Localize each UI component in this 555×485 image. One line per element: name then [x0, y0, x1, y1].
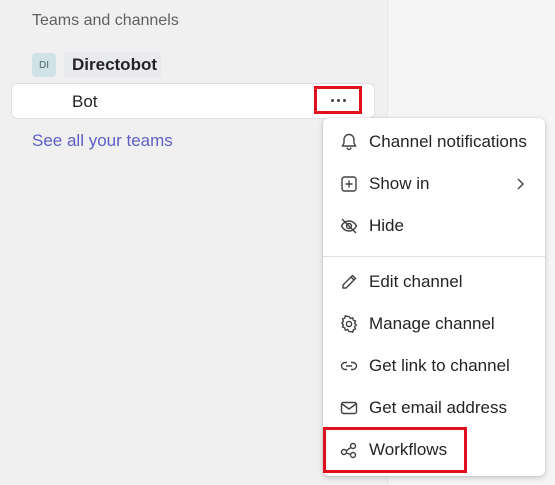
- menu-label: Channel notifications: [369, 132, 527, 151]
- menu-divider: [323, 256, 545, 257]
- menu-label: Hide: [369, 216, 404, 235]
- menu-item-get-link[interactable]: Get link to channel: [323, 347, 545, 385]
- chevron-right-icon: [513, 177, 527, 191]
- more-options-button[interactable]: [314, 86, 362, 114]
- menu-label: Get email address: [369, 398, 507, 417]
- section-title: Teams and channels: [32, 12, 179, 29]
- link-icon: [339, 356, 359, 376]
- mail-icon: [339, 398, 359, 418]
- more-icon: [330, 98, 346, 102]
- team-avatar: DI: [32, 53, 56, 77]
- workflows-highlight-box: [323, 427, 467, 473]
- menu-item-channel-notifications[interactable]: Channel notifications: [323, 123, 545, 161]
- add-square-icon: [339, 174, 359, 194]
- menu-item-show-in[interactable]: Show in: [323, 165, 545, 203]
- eye-off-icon: [339, 216, 359, 236]
- teams-window: Teams and channels DI Directobot Bot See…: [0, 0, 555, 485]
- pencil-icon: [339, 272, 359, 292]
- menu-label: Get link to channel: [369, 356, 510, 375]
- menu-label: Show in: [369, 174, 430, 193]
- bell-icon: [339, 132, 359, 152]
- channel-context-menu: Channel notifications Show in Hide Edit …: [323, 118, 545, 476]
- team-name: Directobot: [64, 52, 161, 78]
- menu-item-edit-channel[interactable]: Edit channel: [323, 263, 545, 301]
- menu-label: Edit channel: [369, 272, 463, 291]
- team-row[interactable]: DI Directobot: [32, 52, 161, 78]
- menu-item-hide[interactable]: Hide: [323, 207, 545, 245]
- see-all-teams-link[interactable]: See all your teams: [32, 131, 173, 151]
- menu-label: Manage channel: [369, 314, 495, 333]
- menu-item-get-email[interactable]: Get email address: [323, 389, 545, 427]
- channel-name: Bot: [72, 92, 98, 111]
- menu-item-manage-channel[interactable]: Manage channel: [323, 305, 545, 343]
- gear-icon: [339, 314, 359, 334]
